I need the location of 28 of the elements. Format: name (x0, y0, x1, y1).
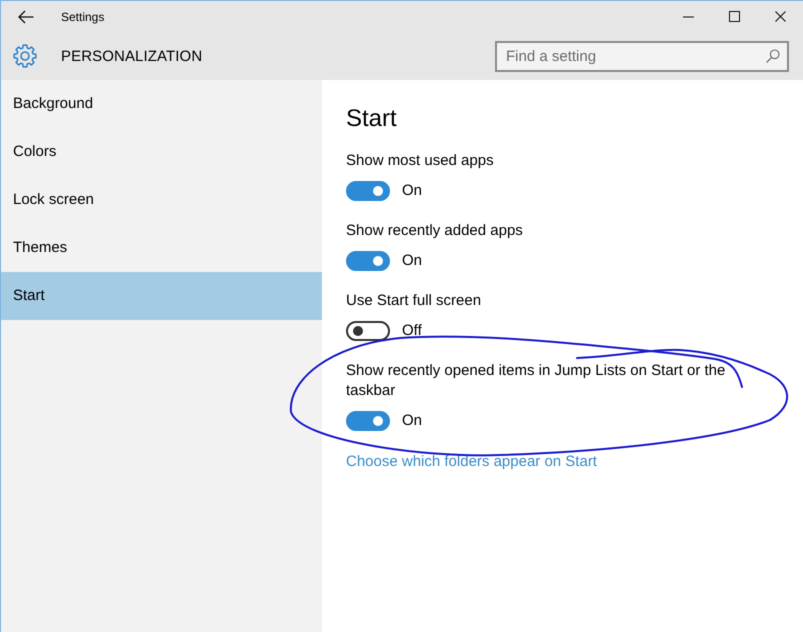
setting-label: Show recently opened items in Jump Lists on Start or the taskbar (346, 361, 726, 401)
folders-link[interactable]: Choose which folders appear on Start (346, 452, 597, 472)
back-arrow-icon (18, 10, 34, 24)
toggle-switch[interactable] (346, 411, 390, 431)
maximize-icon (728, 11, 740, 22)
toggle-state-label: Off (402, 321, 422, 341)
sidebar-item[interactable]: Background (1, 80, 322, 128)
toggle-state-label: On (402, 181, 422, 201)
search-field[interactable]: Find a setting (495, 40, 789, 72)
sidebar-item[interactable]: Themes (1, 224, 322, 272)
toggle-switch[interactable] (346, 321, 390, 341)
settings-icon (13, 44, 37, 68)
toggle-switch[interactable] (346, 251, 390, 271)
toggle-state-label: On (402, 411, 422, 431)
window-title: Settings (61, 10, 104, 24)
section-title: Start (346, 104, 398, 134)
setting-label: Show most used apps (346, 151, 495, 171)
toggle-switch[interactable] (346, 181, 390, 201)
sidebar-item[interactable]: Colors (1, 128, 322, 176)
setting-label: Show recently added apps (346, 221, 524, 241)
sidebar-item[interactable]: Lock screen (1, 176, 322, 224)
setting-label: Use Start full screen (346, 291, 482, 311)
toggle-state-label: On (402, 251, 422, 271)
minimize-icon (682, 16, 694, 18)
close-icon (774, 11, 786, 22)
page-title: PERSONALIZATION (61, 48, 202, 64)
sidebar-item[interactable]: Start (1, 272, 322, 320)
search-icon (766, 48, 780, 62)
